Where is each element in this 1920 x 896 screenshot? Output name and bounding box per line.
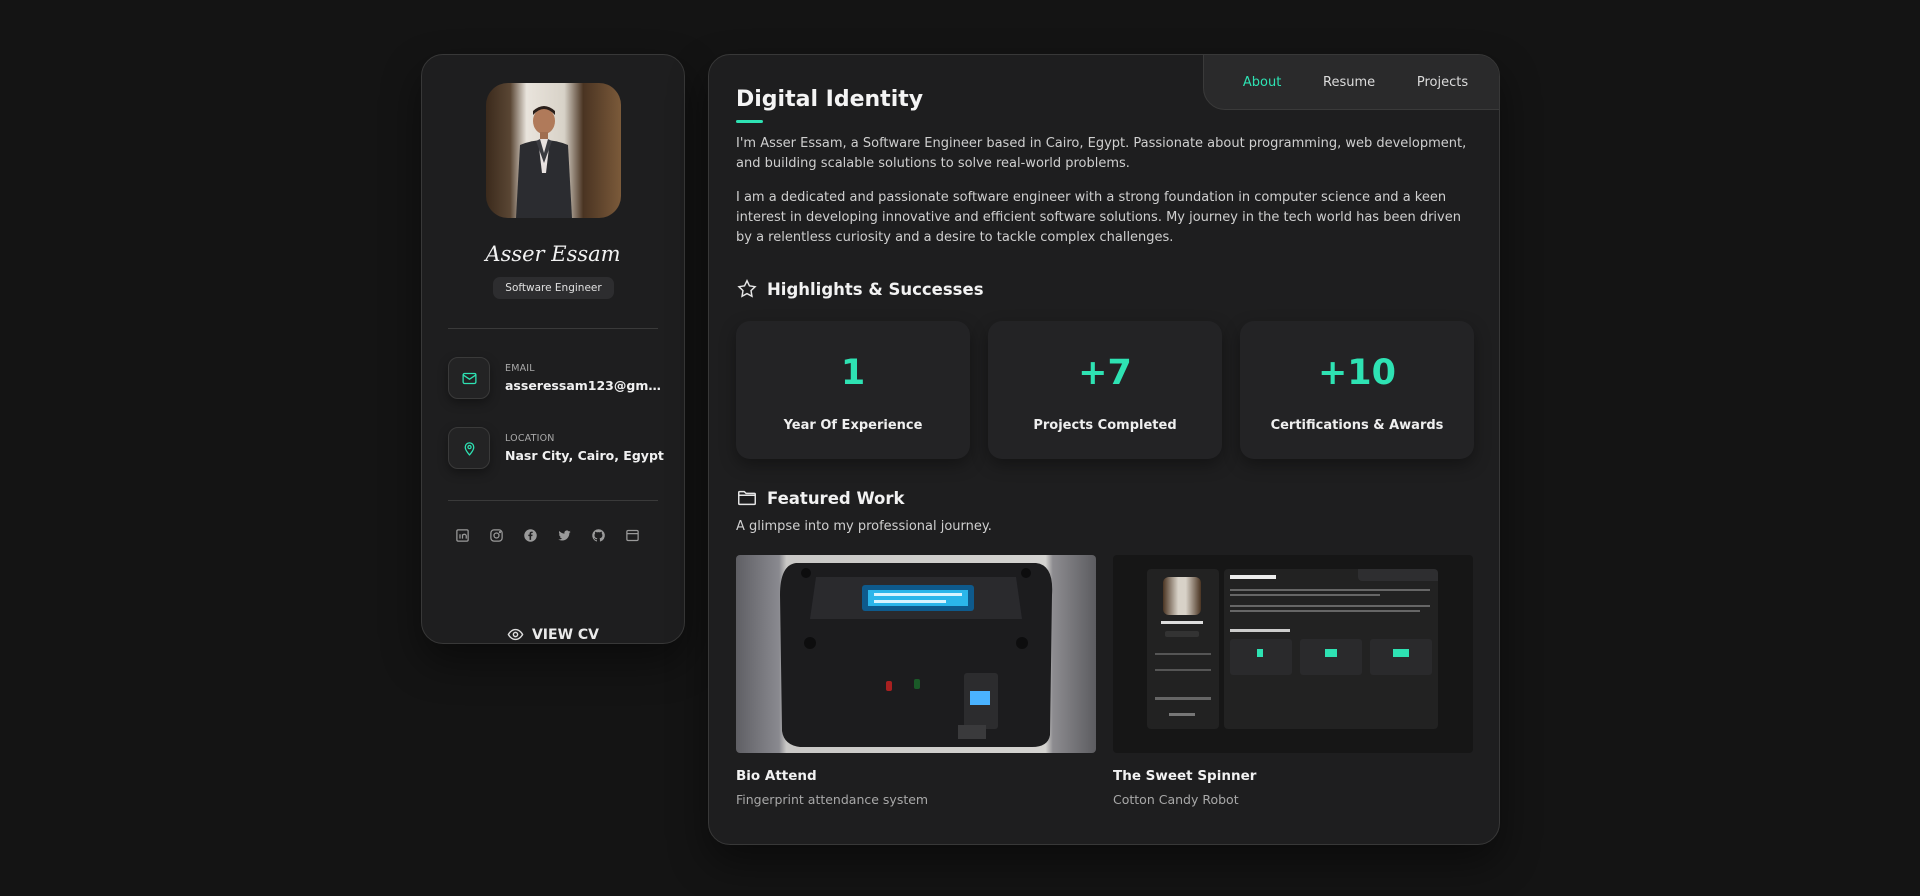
contact-location: LOCATION Nasr City, Cairo, Egypt: [448, 427, 665, 469]
location-label: LOCATION: [505, 433, 555, 444]
map-pin-icon: [448, 427, 490, 469]
highlights-heading: Highlights & Successes: [736, 278, 984, 300]
view-cv-label: VIEW CV: [531, 626, 600, 643]
stat-value: 1: [840, 353, 866, 393]
page-title: Digital Identity: [736, 87, 924, 112]
instagram-icon[interactable]: [488, 527, 504, 543]
main-content: About Resume Projects Digital Identity I…: [708, 54, 1500, 845]
social-links: [454, 527, 640, 543]
stat-label: Certifications & Awards: [1270, 418, 1444, 433]
stat-card: 1 Year Of Experience: [736, 321, 970, 459]
role-badge: Software Engineer: [493, 277, 614, 299]
view-cv-button[interactable]: VIEW CV: [422, 626, 684, 643]
star-icon: [737, 279, 757, 298]
contact-email: EMAIL asseressam123@gmail.com: [448, 357, 665, 399]
divider: [448, 328, 658, 329]
project-description: Fingerprint attendance system: [736, 792, 929, 807]
stat-label: Year Of Experience: [783, 418, 923, 433]
mini-sidebar-preview: [1147, 569, 1219, 729]
device-image: [780, 563, 1053, 747]
stat-value: +7: [1078, 353, 1132, 393]
stat-card: +7 Projects Completed: [988, 321, 1222, 459]
avatar-photo: [516, 106, 572, 218]
email-link[interactable]: asseressam123@gmail.com: [505, 378, 665, 393]
stat-value: +10: [1317, 353, 1397, 393]
top-nav: About Resume Projects: [1203, 55, 1499, 110]
profile-name: Asser Essam: [485, 242, 621, 266]
project-description: Cotton Candy Robot: [1113, 792, 1239, 807]
project-thumbnail[interactable]: [736, 555, 1096, 753]
divider: [448, 500, 658, 501]
project-card[interactable]: Bio Attend Fingerprint attendance system: [736, 555, 1096, 807]
project-card[interactable]: The Sweet Spinner Cotton Candy Robot: [1113, 555, 1473, 807]
mail-icon: [448, 357, 490, 399]
facebook-icon[interactable]: [522, 527, 538, 543]
avatar: [486, 83, 621, 218]
highlights-title: Highlights & Successes: [767, 279, 984, 299]
project-name: The Sweet Spinner: [1113, 768, 1257, 784]
twitter-icon[interactable]: [556, 527, 572, 543]
about-paragraph-1: I'm Asser Essam, a Software Engineer bas…: [736, 136, 1467, 171]
location-value: Nasr City, Cairo, Egypt: [505, 448, 664, 463]
stat-card: +10 Certifications & Awards: [1240, 321, 1474, 459]
profile-sidebar: Asser Essam Software Engineer EMAIL asse…: [421, 54, 685, 644]
mini-main-preview: [1224, 569, 1438, 729]
title-underline: [736, 120, 763, 123]
folder-icon: [738, 490, 756, 506]
eye-icon: [507, 628, 524, 641]
github-icon[interactable]: [590, 527, 606, 543]
featured-title: Featured Work: [767, 488, 905, 508]
email-label: EMAIL: [505, 363, 535, 374]
featured-subtitle: A glimpse into my professional journey.: [736, 519, 992, 534]
tab-resume[interactable]: Resume: [1323, 75, 1375, 90]
window-icon[interactable]: [624, 527, 640, 543]
tab-about[interactable]: About: [1243, 75, 1281, 90]
about-paragraph-2: I am a dedicated and passionate software…: [736, 190, 1461, 245]
tab-projects[interactable]: Projects: [1417, 75, 1468, 90]
project-thumbnail[interactable]: [1113, 555, 1473, 753]
linkedin-icon[interactable]: [454, 527, 470, 543]
stat-label: Projects Completed: [1033, 418, 1177, 433]
project-name: Bio Attend: [736, 768, 817, 784]
featured-heading: Featured Work: [736, 487, 905, 509]
